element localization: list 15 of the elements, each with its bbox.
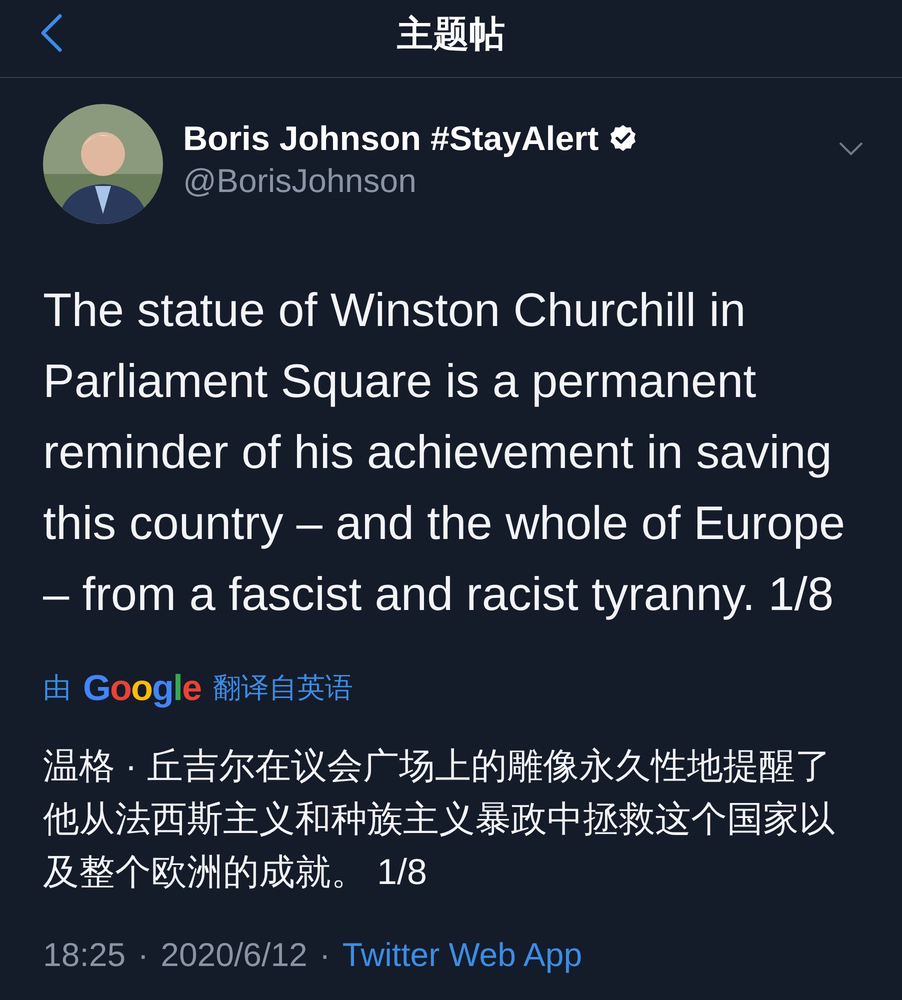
translation-label: 由: [43, 671, 71, 705]
translated-text: 温格 · 丘吉尔在议会广场上的雕像永久性地提醒了他从法西斯主义和种族主义暴政中拯救这个国家以及整个欧洲的成就。 1/8: [43, 744, 836, 894]
back-icon[interactable]: [38, 13, 64, 53]
google-logo[interactable]: Google: [83, 668, 202, 708]
page-title: 主题帖: [397, 12, 505, 56]
tweet-text: The statue of Winston Churchill in Parliament Square is a permanent reminder of his achievement in saving this country – and the whole of Europe – from a fascist and racist tyranny. 1/8: [43, 282, 846, 622]
author-handle[interactable]: @BorisJohnson: [183, 162, 838, 200]
translation-label[interactable]: 翻译自英语: [213, 667, 354, 709]
tweet-time: 18:25: [43, 935, 126, 975]
tweet-date: 2020/6/12: [160, 935, 308, 975]
separator: ·: [138, 935, 149, 975]
chevron-down-icon[interactable]: [838, 141, 864, 157]
source-link[interactable]: Twitter Web App: [342, 930, 582, 980]
separator: ·: [319, 935, 330, 975]
author-name[interactable]: Boris Johnson #StayAlert: [183, 120, 599, 158]
